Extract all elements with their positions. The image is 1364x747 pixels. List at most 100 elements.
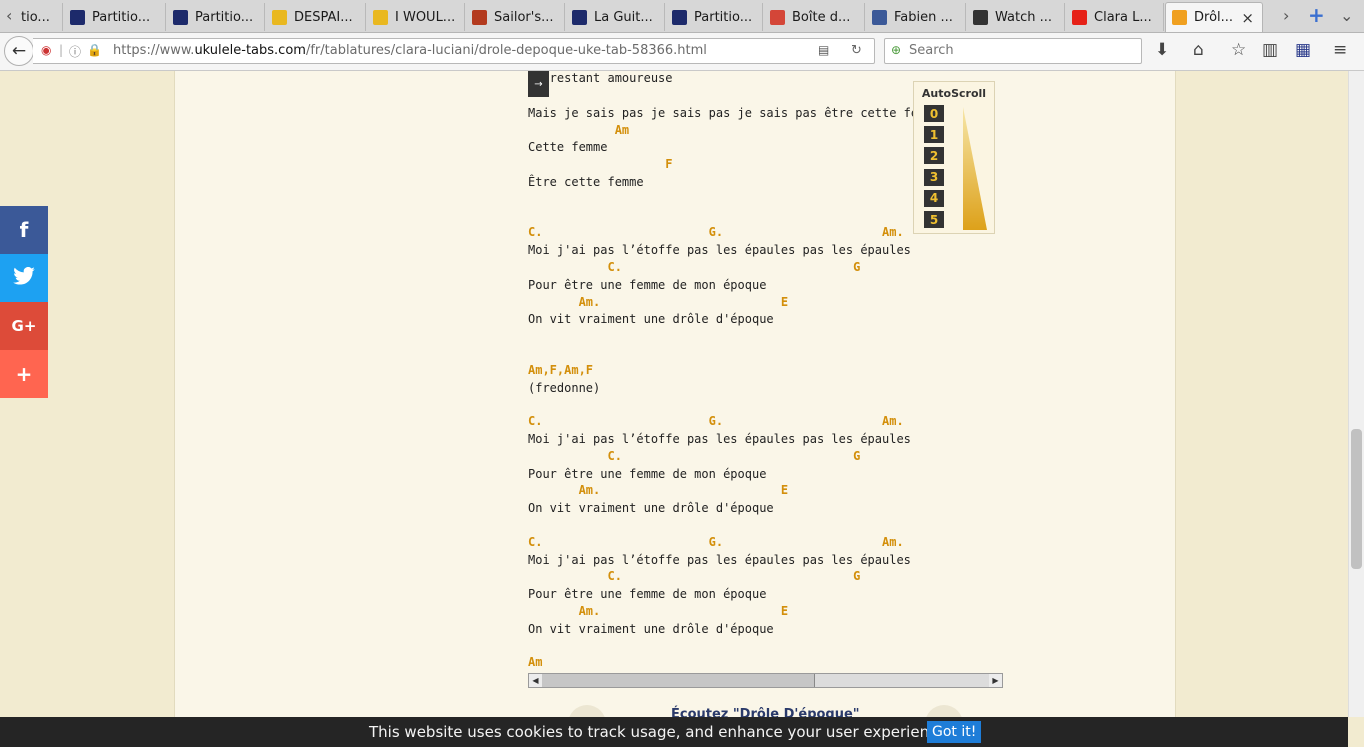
tab-label: Drôl... [1194,10,1234,25]
facebook-icon: f [19,218,29,242]
lyric-line: (fredonne) [528,381,601,395]
shield-logo-icon [373,9,388,25]
url-text[interactable]: https://www.ukulele-tabs.com/fr/tablatur… [113,43,707,58]
tab-horizontal-scrollbar[interactable]: ◀ ▶ [528,673,1003,688]
chord-line[interactable]: Am [528,123,629,137]
page-vertical-scrollbar[interactable] [1348,71,1364,717]
search-engine-icon[interactable]: ⊕ [891,43,901,57]
tab-scroll-right-icon[interactable]: › [1283,6,1289,25]
pick-logo-icon [572,9,587,25]
chord-line[interactable]: Am. E [528,483,789,497]
tab-label: Boîte d... [792,9,851,25]
lock-warning-icon[interactable]: 🔒 [87,43,102,57]
browser-tab[interactable]: tio... [15,3,63,31]
url-path: /fr/tablatures/clara-luciani/drole-depoq… [305,43,707,58]
tab-scroll-left-icon[interactable]: ‹ [6,6,12,25]
tab-label: DESPAI... [294,9,353,25]
autoscroll-speed-3-button[interactable]: 3 [924,168,944,186]
back-button[interactable]: ← [4,36,34,66]
autoscroll-widget: AutoScroll 0 1 2 3 4 5 [913,81,995,234]
cookie-accept-button[interactable]: Got it! [927,721,982,743]
chord-line[interactable]: C. G [528,569,860,583]
chord-line[interactable]: Am. E [528,604,789,618]
browser-tab[interactable]: Partitio... [666,3,763,31]
bookmark-star-icon[interactable]: ☆ [1231,40,1246,60]
chord-line[interactable]: C. G. Am. [528,225,904,239]
google-plus-share-button[interactable]: G+ [0,302,48,350]
facebook-logo-icon [872,9,887,25]
autoscroll-speed-5-button[interactable]: 5 [924,211,944,228]
b-logo-icon [173,9,188,25]
twitter-share-button[interactable] [0,254,48,302]
autoscroll-speed-4-button[interactable]: 4 [924,189,944,207]
navigation-toolbar: ← ◉ | ⓘ 🔒 https://www.ukulele-tabs.com/f… [0,33,1364,71]
chord-line[interactable]: C. G. Am. [528,414,904,428]
autoscroll-speed-1-button[interactable]: 1 [924,126,944,144]
chord-line[interactable]: C. G [528,449,860,463]
autoscroll-speed-0-button[interactable]: 0 [924,105,944,122]
chord-line[interactable]: C. G [528,260,860,274]
search-bar[interactable]: ⊕ [884,38,1142,64]
tab-list-icon[interactable]: ⌄ [1340,6,1353,25]
lyric-line: restant amoureuse [528,71,673,85]
infinity-logo-icon [973,9,988,25]
b-logo-icon [70,9,85,25]
separator-icon: | [59,43,64,57]
chord-line[interactable]: Am. E [528,295,789,309]
close-tab-icon[interactable]: × [1241,9,1254,27]
browser-tab[interactable]: Partitio... [167,3,265,31]
tab-label: Fabien ... [894,9,953,25]
lyric-line: Cette femme [528,140,608,154]
chord-line[interactable]: F [528,157,672,171]
scroll-right-arrow-icon[interactable]: ▶ [989,674,1002,687]
chord-line[interactable]: Am,F,Am,F [528,363,593,377]
autoscroll-speed-2-button[interactable]: 2 [924,147,944,165]
share-more-share-button[interactable]: + [0,350,48,398]
chord-line[interactable]: C. G. Am. [528,535,904,549]
lyric-line: Moi j'ai pas l’étoffe pas les épaules pa… [528,553,911,567]
chord-line[interactable]: Am [528,655,542,669]
extension-icon[interactable]: ▦ [1295,40,1311,60]
search-input[interactable] [907,42,1136,59]
scrollbar-thumb[interactable] [542,674,815,687]
tab-label: Watch ... [995,9,1053,25]
facebook-share-button[interactable]: f [0,206,48,254]
shield-logo-icon [272,9,287,25]
browser-tab[interactable]: Boîte d... [764,3,865,31]
back-arrow-icon: ← [11,41,27,61]
social-share-bar: f G+ + [0,206,48,398]
browser-tab[interactable]: Sailor's... [466,3,565,31]
tab-label: Partitio... [195,9,254,25]
lyric-line: On vit vraiment une drôle d'époque [528,312,774,326]
tab-label: La Guit... [594,9,653,25]
browser-tab[interactable]: Drôl... × [1165,2,1263,32]
reload-icon[interactable]: ↻ [851,43,862,58]
download-icon[interactable]: ⬇ [1155,40,1169,60]
lyric-line: Pour être une femme de mon époque [528,587,767,601]
screenshot-icon[interactable]: ◉ [41,43,51,57]
reader-view-icon[interactable]: ▤ [818,43,829,57]
bookmarks-library-icon[interactable]: ▥ [1262,40,1278,60]
page-scrollbar-thumb[interactable] [1351,429,1362,569]
browser-tab[interactable]: La Guit... [566,3,665,31]
autoscroll-title: AutoScroll [921,87,987,100]
url-bar[interactable]: ◉ | ⓘ 🔒 https://www.ukulele-tabs.com/fr/… [33,38,875,64]
browser-tab[interactable]: DESPAI... [266,3,366,31]
tab-label: Clara L... [1094,9,1152,25]
browser-tab[interactable]: Fabien ... [866,3,966,31]
new-tab-icon[interactable]: + [1308,3,1325,27]
lyric-line: Pour être une femme de mon époque [528,467,767,481]
home-icon[interactable]: ⌂ [1193,40,1204,60]
browser-tab[interactable]: I WOUL... [367,3,465,31]
url-prefix: https://www. [113,43,195,58]
menu-icon[interactable]: ≡ [1333,40,1347,60]
lyric-line: On vit vraiment une drôle d'époque [528,501,774,515]
browser-tab[interactable]: Partitio... [64,3,166,31]
browser-tab[interactable]: Clara L... [1066,3,1164,31]
scroll-left-arrow-icon[interactable]: ◀ [529,674,542,687]
lyric-line: Mais je sais pas je sais pas je sais pas… [528,106,940,120]
browser-tab[interactable]: Watch ... [967,3,1065,31]
share-more-icon: + [15,362,33,386]
info-icon[interactable]: ⓘ [69,43,81,60]
speed-ramp-icon[interactable] [962,107,988,230]
